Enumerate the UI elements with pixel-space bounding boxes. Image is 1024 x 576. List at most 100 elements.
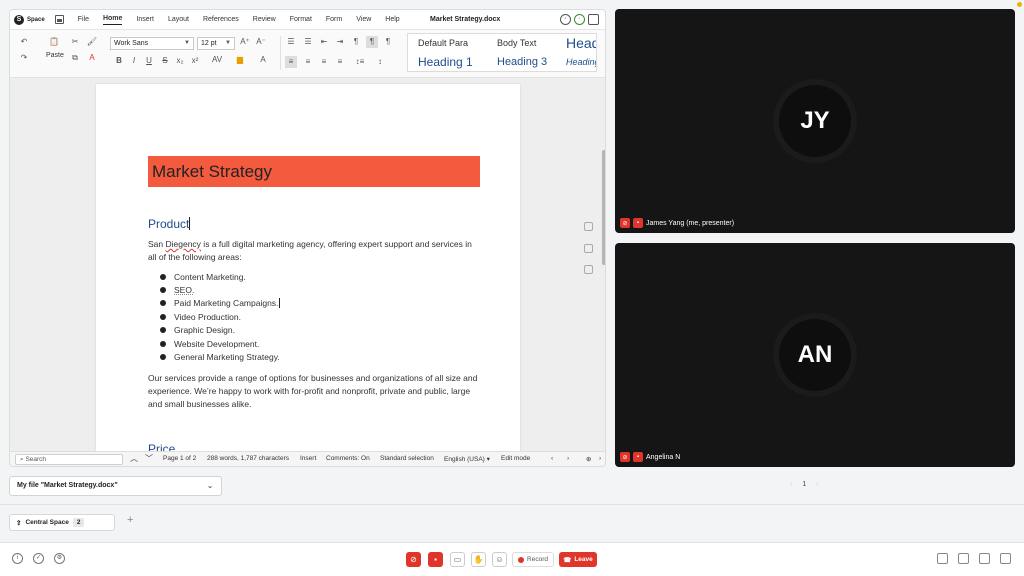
paste-label[interactable]: Paste [46,52,64,59]
list-item[interactable]: Paid Marketing Campaigns. [160,297,281,310]
align-right-icon[interactable]: ≡ [318,56,330,68]
find-search-input[interactable]: ⌕ Search [15,454,123,465]
user-icon[interactable]: ◦ [560,14,571,25]
paste-icon[interactable]: 📋 [48,36,60,48]
line-spacing-icon[interactable]: ↕≡ [352,56,368,68]
security-icon[interactable]: ✓ [33,553,44,564]
participant-tile-james[interactable]: JY ⊘ ▪ James Yang (me, presenter) [615,9,1015,233]
scroll-left-icon[interactable]: ‹ [551,455,553,462]
zoom-icon[interactable]: ⊕ [586,455,591,463]
participants-icon[interactable] [979,553,990,564]
undo-icon[interactable]: ↶ [18,36,30,48]
shared-file-select[interactable]: My file "Market Strategy.docx" ⌄ [9,476,222,496]
page-info[interactable]: Page 1 of 2 [163,455,196,462]
strikethrough-icon[interactable]: S [159,55,171,67]
files-icon[interactable] [1000,553,1011,564]
reactions-icon[interactable]: ☺ [492,552,507,567]
numbered-list-icon[interactable]: ☰ [302,36,314,48]
screen-share-icon[interactable]: ▭ [450,552,465,567]
menu-references[interactable]: References [203,16,239,23]
app-logo[interactable]: S Space [14,14,45,25]
list-item[interactable]: Graphic Design. [160,324,280,337]
whiteboard-icon[interactable] [937,553,948,564]
add-space-icon[interactable]: + [127,514,133,526]
pager-next-icon[interactable]: › [816,481,818,488]
participant-tile-angelina[interactable]: AN ⊘ ▪ Angelina N [615,243,1015,467]
paragraph-mark-icon[interactable]: ¶ [350,36,362,48]
menu-home[interactable]: Home [102,15,123,25]
format-painter-icon[interactable]: 🖌 [86,36,98,48]
word-count[interactable]: 288 words, 1,787 characters [207,455,289,462]
menu-view[interactable]: View [356,16,371,23]
raise-hand-icon[interactable]: ✋ [471,552,486,567]
edit-mode[interactable]: Edit mode [501,455,530,462]
settings-icon[interactable]: ⚙ [54,553,65,564]
document-title-heading[interactable]: Market Strategy [148,156,480,187]
cut-icon[interactable]: ✂ [69,36,81,48]
chat-icon[interactable] [958,553,969,564]
menu-file[interactable]: File [78,16,89,23]
document-canvas[interactable]: Market Strategy Product San Diegency is … [10,78,605,453]
redo-icon[interactable]: ↷ [18,52,30,64]
mic-toggle-icon[interactable]: ⊘ [406,552,421,567]
clear-format-icon[interactable]: A [86,52,98,64]
insert-mode[interactable]: Insert [300,455,316,462]
page-properties-icon[interactable] [584,244,593,253]
list-item[interactable]: Website Development. [160,337,280,350]
menu-insert[interactable]: Insert [136,16,154,23]
increase-indent-icon[interactable]: ⇥ [334,36,346,48]
space-tab-central[interactable]: ⇪ Central Space 2 [9,514,115,531]
bullet-list-icon[interactable]: ☰ [285,36,297,48]
decrease-indent-icon[interactable]: ⇤ [318,36,330,48]
character-spacing-icon[interactable]: AV [208,54,226,66]
pager-prev-icon[interactable]: ‹ [790,481,792,488]
leave-button[interactable]: ☎ Leave [559,552,597,567]
bold-icon[interactable]: B [113,55,125,67]
comment-icon[interactable] [588,14,599,25]
menu-format[interactable]: Format [290,16,312,23]
show-formatting-icon[interactable]: ¶ [366,36,378,48]
paragraph-spacing-icon[interactable]: ↕ [372,56,388,68]
navigator-icon[interactable] [584,222,593,231]
save-icon[interactable] [54,15,64,24]
font-color-icon[interactable]: A [254,54,272,66]
camera-toggle-icon[interactable]: ▪ [428,552,443,567]
shrink-font-icon[interactable]: A⁻ [255,36,267,48]
list-item[interactable]: Video Production. [160,310,280,323]
intro-paragraph[interactable]: San Diegency is a full digital marketing… [148,238,478,264]
language-select[interactable]: English (USA) ▾ [444,455,490,463]
menu-help[interactable]: Help [385,16,399,23]
find-next-icon[interactable]: ﹀ [145,453,153,464]
find-previous-icon[interactable]: ︿ [130,453,138,464]
font-name-select[interactable]: Work Sans ▼ [110,37,194,50]
rtl-paragraph-icon[interactable]: ¶ [382,36,394,48]
align-center-icon[interactable]: ≡ [302,56,314,68]
misspelled-word[interactable]: Diegency [166,239,201,249]
scrollbar-thumb[interactable] [602,150,605,265]
justify-icon[interactable]: ≡ [334,56,346,68]
list-item[interactable]: General Marketing Strategy. [160,350,280,363]
list-item[interactable]: SEO. [160,283,280,296]
grow-font-icon[interactable]: A⁺ [239,36,251,48]
record-button[interactable]: Record [512,552,554,567]
info-icon[interactable]: i [12,553,23,564]
gallery-icon[interactable] [584,265,593,274]
more-icon[interactable]: › [599,455,601,462]
collaborator-icon[interactable]: ◦ [574,14,585,25]
document-page[interactable]: Market Strategy Product San Diegency is … [96,84,520,453]
superscript-icon[interactable]: x² [189,55,201,67]
font-size-select[interactable]: 12 pt ▼ [197,37,235,50]
menu-review[interactable]: Review [253,16,276,23]
align-left-icon[interactable]: ≡ [285,56,297,68]
style-heading[interactable]: Headi [566,35,596,51]
section-heading-product[interactable]: Product [148,217,191,231]
copy-icon[interactable]: ⧉ [69,52,81,64]
style-heading-4[interactable]: Heading 4 [566,57,596,67]
comments-toggle[interactable]: Comments: On [326,455,370,462]
selection-mode[interactable]: Standard selection [380,455,434,462]
italic-icon[interactable]: I [128,55,140,67]
scroll-right-icon[interactable]: › [567,455,569,462]
services-paragraph[interactable]: Our services provide a range of options … [148,372,478,411]
vertical-scrollbar[interactable] [600,148,605,453]
style-default-paragraph[interactable]: Default Para [418,38,468,48]
